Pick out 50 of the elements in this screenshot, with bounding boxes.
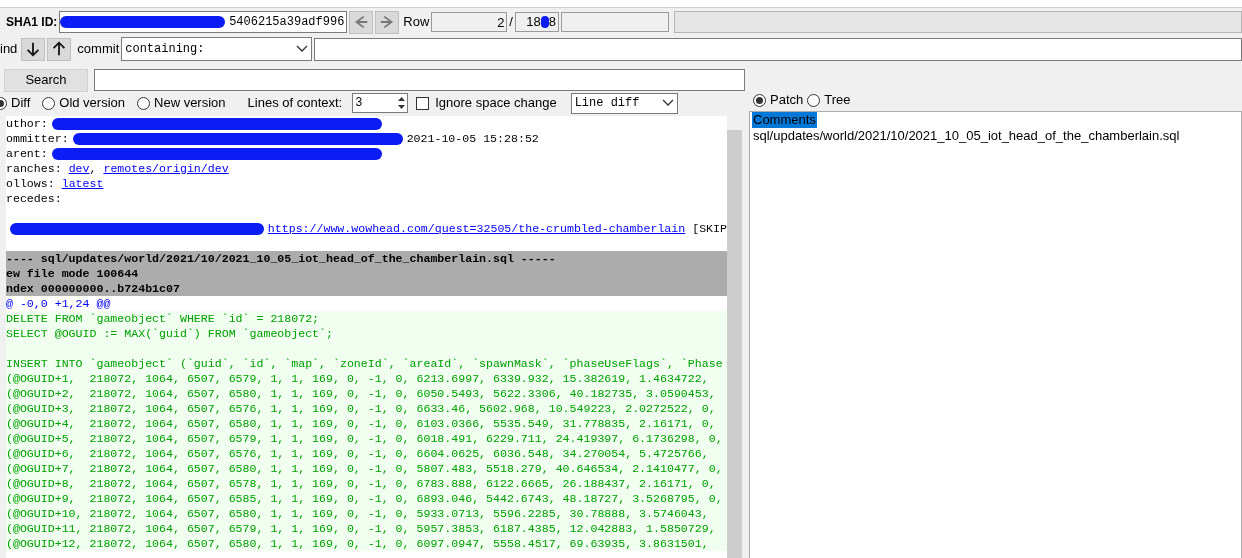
radio-button[interactable] [753, 93, 766, 107]
checkbox[interactable] [416, 96, 430, 110]
diff-text: [SKIP [691, 221, 727, 236]
diff-text: ollows: [6, 176, 56, 191]
file-list-item[interactable]: Comments [752, 112, 817, 128]
caret-icon [661, 99, 674, 107]
sha1-field[interactable]: 5406215a39adf996 [59, 11, 348, 33]
caret-icon [296, 45, 309, 53]
radio-button[interactable] [807, 93, 821, 107]
diff-text: uthor: [6, 116, 48, 131]
row-total-field: 18 8 [515, 12, 559, 32]
radio-button[interactable] [137, 96, 150, 110]
radio-label: Tree [824, 91, 851, 110]
checkbox-label: Ignore space change [435, 94, 557, 113]
link[interactable]: dev [68, 161, 90, 176]
diff-text: , [89, 161, 98, 176]
context-label: Lines of context: [247, 94, 343, 113]
find-field[interactable] [314, 37, 1242, 61]
diff-text: recedes: [6, 191, 62, 206]
spin-arrows-icon[interactable] [397, 96, 407, 110]
row-separator: / [509, 13, 513, 32]
find-label: ind [0, 40, 18, 59]
find-mode-dropdown[interactable]: containing: [121, 37, 313, 61]
hunk-header-line: @ -0,0 +1,24 @@ [6, 296, 112, 311]
context-spinner[interactable]: 3 [352, 93, 409, 113]
diff-text: arent: [6, 146, 48, 161]
row-label: Row [403, 13, 430, 32]
link[interactable]: remotes/origin/dev [103, 161, 229, 176]
diff-text: ommitter: [6, 131, 69, 146]
find-previous-button[interactable] [47, 37, 72, 61]
diff-text: ranches: [6, 161, 63, 176]
redaction-mark [540, 16, 549, 28]
radio-label: Diff [11, 94, 31, 113]
search-field[interactable] [94, 69, 745, 91]
forward-button[interactable] [375, 10, 400, 34]
row-field: 2 [431, 12, 508, 32]
diff-text: 2021-10-05 15:28:52 [406, 131, 539, 146]
diff-style-dropdown[interactable]: Line diff [570, 92, 678, 114]
search-button[interactable]: Search [4, 68, 88, 92]
radio-label: Patch [770, 91, 804, 110]
sha1-label: SHA1 ID: [6, 14, 58, 31]
file-list-item[interactable]: sql/updates/world/2021/10/2021_10_05_iot_head_of_the_chamberlain.sql [752, 128, 1181, 144]
radio-label: Old version [59, 94, 125, 113]
radio-label: New version [154, 94, 226, 113]
back-button[interactable] [349, 10, 374, 34]
radio-button[interactable] [42, 96, 56, 110]
link[interactable]: https://www.wowhead.com/quest=32505/the-crumbled-chamberlain [267, 221, 686, 236]
commit-label: commit [77, 40, 120, 59]
find-next-button[interactable] [21, 37, 46, 61]
link[interactable]: latest [61, 176, 104, 191]
